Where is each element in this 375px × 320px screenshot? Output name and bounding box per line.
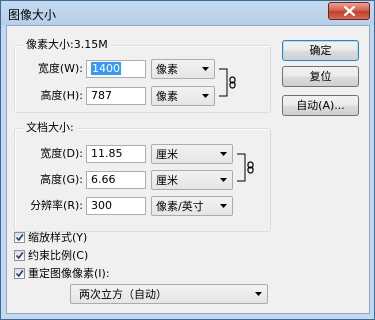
pixel-width-unit-select[interactable]: 像素 [151,59,215,79]
chain-link-icon [237,153,254,182]
pixel-height-value: 787 [91,89,112,102]
pixel-width-input[interactable]: 1400 [86,60,146,78]
chevron-down-icon [202,67,209,71]
doc-height-label: 高度(G): [40,173,83,186]
resolution-input[interactable]: 300 [86,197,146,215]
constrain-proportions-label[interactable]: 约束比例(C) [28,249,88,262]
pixel-width-unit: 像素 [156,63,178,76]
checkmark-icon [15,234,24,242]
resample-checkbox[interactable] [14,268,25,279]
resolution-value: 300 [91,199,112,212]
close-button[interactable] [328,2,370,20]
chevron-down-icon [220,178,227,182]
pixel-height-input[interactable]: 787 [86,87,146,105]
resample-method-value: 两次立方（自动） [79,288,167,301]
dialog-title: 图像大小 [8,8,57,22]
scale-styles-checkbox[interactable] [14,232,25,243]
pixel-dimensions-legend: 像素大小:3.15M [23,38,111,52]
doc-height-unit: 厘米 [156,174,178,187]
doc-width-unit-select[interactable]: 厘米 [151,144,233,164]
checkmark-icon [15,270,24,278]
title-bar[interactable]: 图像大小 [1,1,374,25]
doc-width-unit: 厘米 [156,148,178,161]
auto-button[interactable]: 自动(A)... [282,95,359,116]
scale-styles-label[interactable]: 缩放样式(Y) [28,231,87,244]
chevron-down-icon [220,152,227,156]
doc-width-input[interactable]: 11.85 [86,145,146,163]
resolution-unit: 像素/英寸 [156,200,204,213]
chevron-down-icon [255,292,262,296]
doc-width-value: 11.85 [91,147,123,160]
constrain-proportions-checkbox[interactable] [14,250,25,261]
resample-label[interactable]: 重定图像像素(I): [28,267,110,280]
image-size-dialog: 图像大小 像素大小:3.15M 宽度(W): 1400 像素 高度(H): 78… [0,0,375,320]
pixel-width-label: 宽度(W): [37,62,83,75]
doc-width-label: 宽度(D): [40,147,83,160]
ok-button[interactable]: 确定 [282,40,359,61]
doc-height-value: 6.66 [91,173,116,186]
reset-button[interactable]: 复位 [282,66,359,87]
resample-method-select[interactable]: 两次立方（自动） [70,284,268,304]
close-icon [344,6,355,16]
pixel-height-unit-select[interactable]: 像素 [151,86,215,106]
dialog-body: 像素大小:3.15M 宽度(W): 1400 像素 高度(H): 787 像素 … [6,25,370,314]
pixel-width-value: 1400 [91,62,121,75]
doc-height-input[interactable]: 6.66 [86,171,146,189]
pixel-height-label: 高度(H): [40,89,83,102]
checkmark-icon [15,252,24,260]
chain-link-icon [219,68,236,97]
chevron-down-icon [220,204,227,208]
resolution-unit-select[interactable]: 像素/英寸 [151,196,233,216]
chevron-down-icon [202,94,209,98]
resolution-label: 分辨率(R): [30,199,83,212]
doc-height-unit-select[interactable]: 厘米 [151,170,233,190]
document-size-legend: 文档大小: [23,121,77,135]
pixel-height-unit: 像素 [156,90,178,103]
